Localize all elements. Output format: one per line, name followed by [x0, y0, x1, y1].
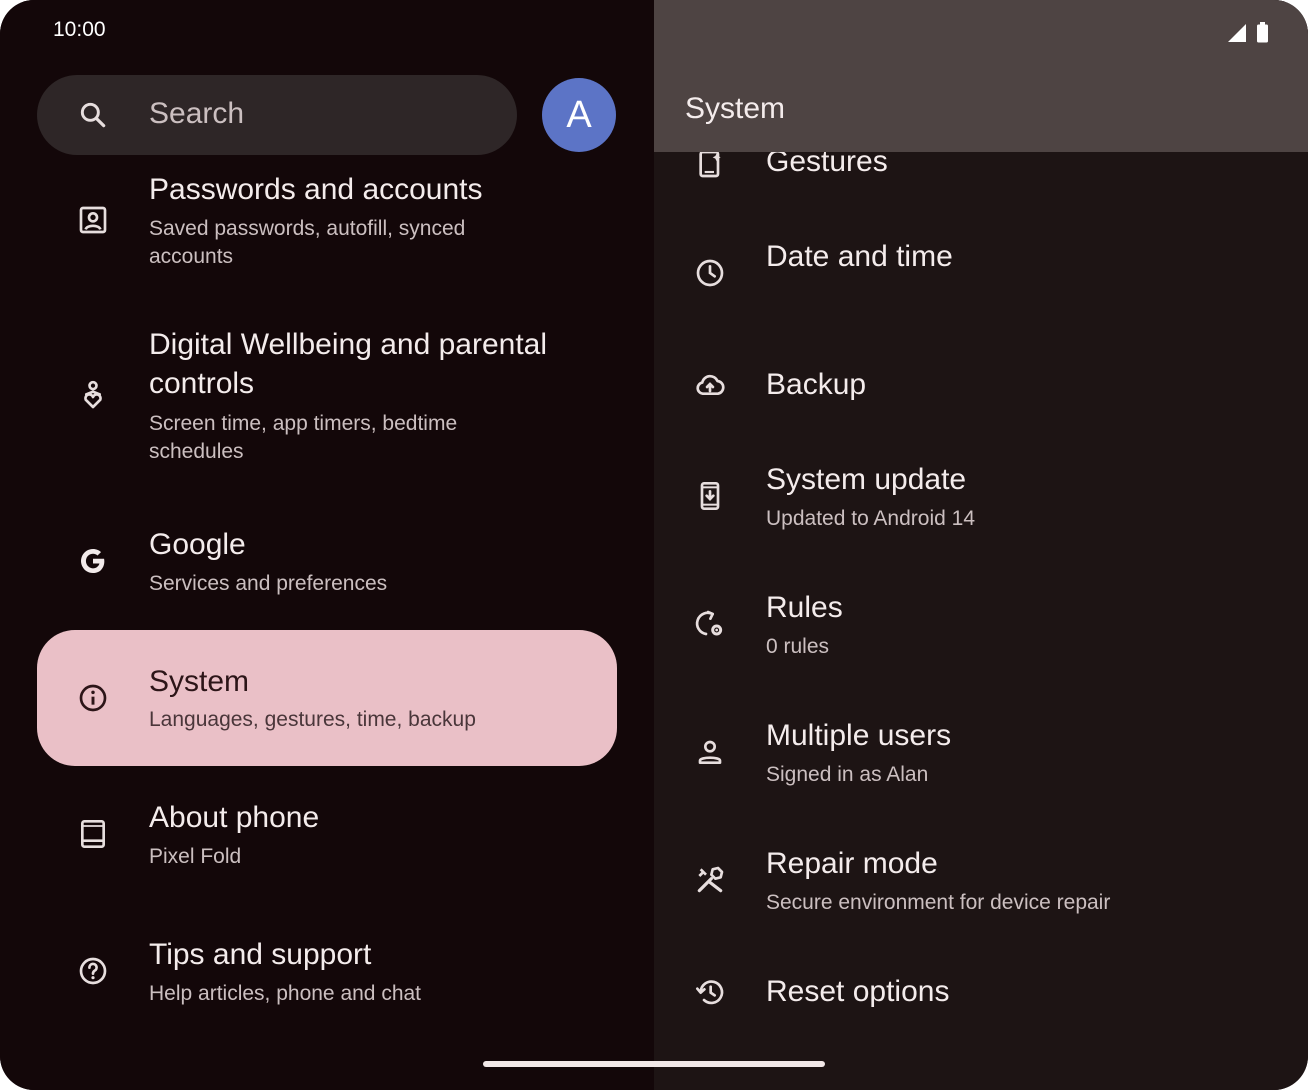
settings-item-title: Google: [149, 528, 246, 561]
status-icons: [1226, 22, 1268, 44]
system-item-subtitle: 0 rules: [766, 635, 830, 658]
system-item-title: Multiple users: [766, 719, 952, 752]
system-item-date-time[interactable]: Date and time: [654, 237, 1308, 317]
cloud-upload-icon: [694, 369, 726, 401]
digital-wellbeing-icon: [77, 379, 109, 411]
signal-icon: [1228, 24, 1246, 42]
avatar[interactable]: A: [542, 78, 616, 152]
settings-item-subtitle: Services and preferences: [149, 572, 388, 595]
settings-item-title: Tips and support: [149, 938, 372, 971]
settings-item-subtitle: Help articles, phone and chat: [149, 982, 422, 1005]
system-item-repair-mode[interactable]: Repair mode Secure environment for devic…: [654, 844, 1308, 924]
system-item-backup[interactable]: Backup: [654, 365, 1308, 425]
detail-header: System: [654, 0, 1308, 152]
system-item-subtitle: Updated to Android 14: [766, 507, 975, 530]
system-item-reset-options[interactable]: Reset options: [654, 972, 1308, 1032]
system-item-title: Reset options: [766, 975, 950, 1008]
info-icon: [77, 682, 109, 714]
search-placeholder: Search: [149, 97, 245, 130]
gestures-icon: [694, 148, 726, 180]
settings-item-passwords-accounts[interactable]: Passwords and accounts Saved passwords, …: [37, 170, 617, 285]
system-item-title: Backup: [766, 368, 867, 401]
help-icon: [77, 955, 109, 987]
status-time: 10:00: [53, 18, 106, 41]
settings-item-about-phone[interactable]: About phone Pixel Fold: [37, 798, 617, 878]
device-frame: 10:00 Search A Passwords and accounts Sa…: [0, 0, 1308, 1090]
settings-item-title: Digital Wellbeing and parental controls: [149, 328, 548, 400]
system-item-title: System update: [766, 463, 967, 496]
settings-list-pane: 10:00 Search A Passwords and accounts Sa…: [0, 0, 654, 1090]
repair-tools-icon: [694, 864, 726, 896]
settings-item-tips-support[interactable]: Tips and support Help articles, phone an…: [37, 935, 617, 1015]
settings-item-subtitle: Pixel Fold: [149, 845, 242, 868]
passwords-accounts-icon: [77, 204, 109, 236]
clock-icon: [694, 257, 726, 289]
system-item-system-update[interactable]: System update Updated to Android 14: [654, 460, 1308, 540]
system-item-subtitle: Secure environment for device repair: [766, 891, 1111, 914]
settings-item-subtitle: Screen time, app timers, bedtime schedul…: [149, 412, 458, 463]
page-title: System: [685, 92, 786, 125]
system-item-rules[interactable]: Rules 0 rules: [654, 588, 1308, 668]
system-item-title: Repair mode: [766, 847, 938, 880]
google-icon: [77, 545, 109, 577]
system-item-title: Date and time: [766, 240, 953, 273]
search-bar[interactable]: Search: [37, 75, 517, 155]
gesture-navigation-bar[interactable]: [483, 1061, 825, 1067]
history-icon: [694, 976, 726, 1008]
settings-item-google[interactable]: Google Services and preferences: [37, 525, 617, 605]
tablet-icon: [77, 818, 109, 850]
settings-item-subtitle: Languages, gestures, time, backup: [149, 708, 476, 731]
system-detail-pane: System Gestures Date and time Backup Sys…: [654, 0, 1308, 1090]
person-icon: [694, 736, 726, 768]
settings-item-digital-wellbeing[interactable]: Digital Wellbeing and parental controls …: [37, 325, 617, 475]
settings-item-title: Passwords and accounts: [149, 173, 483, 206]
system-item-title: Rules: [766, 591, 843, 624]
settings-item-system[interactable]: System Languages, gestures, time, backup: [37, 630, 617, 766]
settings-item-title: About phone: [149, 801, 320, 834]
system-item-subtitle: Signed in as Alan: [766, 763, 929, 786]
settings-item-title: System: [149, 665, 250, 698]
settings-item-subtitle: Saved passwords, autofill, synced accoun…: [149, 217, 466, 268]
rules-icon: [694, 608, 726, 640]
search-icon: [77, 99, 109, 131]
system-item-multiple-users[interactable]: Multiple users Signed in as Alan: [654, 716, 1308, 796]
battery-icon: [1257, 22, 1268, 43]
system-update-icon: [694, 480, 726, 512]
